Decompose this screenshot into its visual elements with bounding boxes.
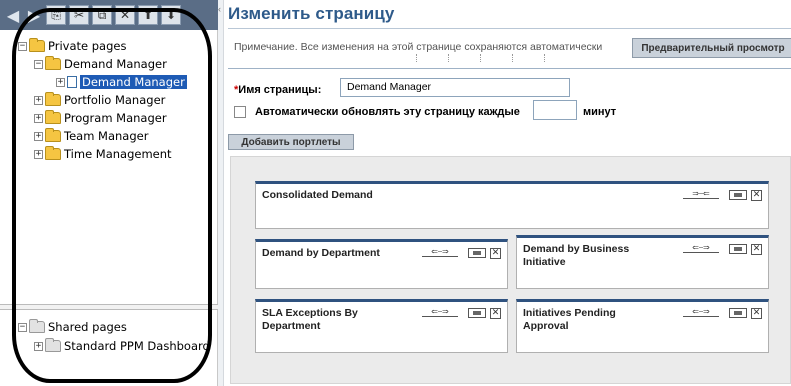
expand-icon[interactable]: +	[34, 149, 43, 159]
portlet-controls: ⇐⎯⇒ ✕	[683, 243, 762, 255]
tree-node-label: Time Management	[64, 147, 172, 161]
folder-icon	[45, 56, 61, 70]
move-arrows-icon[interactable]: ⇐⎯⇒	[683, 244, 719, 253]
portlet-demand-by-department[interactable]: Demand by Department ⇐⎯⇒ ✕	[255, 239, 508, 289]
page-name-input[interactable]: Demand Manager	[340, 78, 570, 97]
tree-node-label: Demand Manager	[64, 57, 167, 71]
splitter-handle[interactable]: ‹	[218, 0, 224, 386]
tree-node-label-selected: Demand Manager	[80, 75, 187, 89]
title-divider	[228, 28, 791, 29]
tree-node-program-manager[interactable]: + Program Manager	[34, 110, 167, 126]
close-icon[interactable]: ✕	[490, 247, 501, 259]
refresh-minutes-input[interactable]	[533, 100, 577, 120]
close-icon[interactable]: ✕	[490, 307, 501, 319]
page-title: Изменить страницу	[228, 4, 395, 23]
expand-icon[interactable]: +	[34, 95, 43, 105]
collapse-icon[interactable]: −	[18, 41, 27, 51]
page-name-label-text: Имя страницы:	[238, 84, 322, 96]
tree-node-portfolio-manager[interactable]: + Portfolio Manager	[34, 92, 165, 108]
portlet-initiatives-pending-approval[interactable]: Initiatives Pending Approval ⇐⎯⇒ ✕	[516, 299, 769, 353]
portlet-layout-canvas: Consolidated Demand ⇒⎯⇐ ✕ Demand by Depa…	[230, 156, 791, 384]
preview-button[interactable]: Предварительный просмотр	[632, 38, 791, 58]
tree-node-demand-manager-folder[interactable]: − Demand Manager	[34, 56, 167, 72]
paste-icon[interactable]: ⧉	[92, 5, 112, 25]
expand-icon[interactable]: +	[34, 341, 43, 351]
tree-node-standard-ppm-dashboard[interactable]: + Standard PPM Dashboard	[34, 338, 210, 354]
move-up-icon[interactable]: ⬆	[138, 5, 158, 25]
move-arrows-icon[interactable]: ⇒⎯⇐	[683, 190, 719, 199]
resize-icon[interactable]	[468, 308, 486, 318]
expand-icon[interactable]: +	[34, 131, 43, 141]
expand-icon[interactable]: +	[56, 77, 65, 87]
resize-icon[interactable]	[729, 190, 747, 200]
tree-node-demand-manager-page[interactable]: + Demand Manager	[56, 74, 187, 90]
section-divider	[228, 68, 791, 69]
close-icon[interactable]: ✕	[751, 307, 762, 319]
collapse-icon[interactable]: −	[34, 59, 43, 69]
add-portlets-button[interactable]: Добавить портлеты	[228, 134, 354, 150]
back-arrow-icon[interactable]: ◀	[4, 5, 22, 25]
move-arrows-icon[interactable]: ⇐⎯⇒	[422, 248, 458, 257]
folder-icon	[45, 128, 61, 142]
portlet-controls: ⇐⎯⇒ ✕	[422, 247, 501, 259]
page-name-label: *Имя страницы:	[234, 84, 321, 96]
resize-icon[interactable]	[729, 308, 747, 318]
shared-folder-icon	[45, 338, 61, 352]
tree-node-shared-pages[interactable]: − Shared pages	[18, 319, 127, 335]
folder-icon	[45, 146, 61, 160]
portlet-controls: ⇒⎯⇐ ✕	[683, 189, 762, 201]
portlet-demand-by-business-initiative[interactable]: Demand by Business Initiative ⇐⎯⇒ ✕	[516, 235, 769, 289]
portlet-sla-exceptions[interactable]: SLA Exceptions By Department ⇐⎯⇒ ✕	[255, 299, 508, 353]
ruler-ticks	[416, 54, 546, 64]
folder-icon	[45, 92, 61, 106]
left-panel: ◀ ▶ ⎘ ✂ ⧉ ✕ ⬆ ⬇ − Private pages − Demand…	[0, 0, 218, 386]
tree-node-label: Portfolio Manager	[64, 93, 166, 107]
tree-node-team-manager[interactable]: + Team Manager	[34, 128, 148, 144]
move-arrows-icon[interactable]: ⇐⎯⇒	[422, 308, 458, 317]
folder-icon	[29, 38, 45, 52]
shared-folder-icon	[29, 319, 45, 333]
close-icon[interactable]: ✕	[751, 189, 762, 201]
resize-icon[interactable]	[468, 248, 486, 258]
portlet-title: SLA Exceptions By Department	[262, 307, 358, 332]
tree-node-label: Program Manager	[64, 111, 167, 125]
tree-node-label: Shared pages	[48, 320, 127, 334]
portlet-title: Demand by Department	[262, 247, 380, 259]
portlet-title: Initiatives Pending Approval	[523, 307, 616, 332]
autosave-note: Примечание. Все изменения на этой страни…	[234, 41, 603, 53]
close-icon[interactable]: ✕	[751, 243, 762, 255]
expand-icon[interactable]: +	[34, 113, 43, 123]
tree-node-label: Standard PPM Dashboard	[64, 339, 210, 353]
move-down-icon[interactable]: ⬇	[161, 5, 181, 25]
resize-icon[interactable]	[729, 244, 747, 254]
edit-page-panel: Изменить страницу Примечание. Все измене…	[228, 0, 791, 386]
move-arrows-icon[interactable]: ⇐⎯⇒	[683, 308, 719, 317]
page-icon	[67, 76, 77, 88]
tree-node-label: Private pages	[48, 39, 127, 53]
forward-arrow-icon[interactable]: ▶	[25, 5, 43, 25]
collapse-arrow-icon[interactable]: ‹	[218, 4, 221, 14]
tree-node-private-pages[interactable]: − Private pages	[18, 38, 126, 54]
tree-toolbar: ◀ ▶ ⎘ ✂ ⧉ ✕ ⬆ ⬇	[0, 0, 218, 30]
minutes-label: минут	[583, 106, 617, 118]
pane-divider[interactable]	[0, 304, 218, 310]
tree-node-time-management[interactable]: + Time Management	[34, 146, 172, 162]
tree-node-label: Team Manager	[64, 129, 149, 143]
collapse-icon[interactable]: −	[18, 322, 27, 332]
portlet-title: Demand by Business Initiative	[523, 243, 630, 268]
portlet-consolidated-demand[interactable]: Consolidated Demand ⇒⎯⇐ ✕	[255, 181, 769, 229]
auto-refresh-label: Автоматически обновлять эту страницу каж…	[255, 106, 520, 118]
copy-icon[interactable]: ⎘	[46, 5, 66, 25]
auto-refresh-checkbox[interactable]	[234, 106, 246, 118]
folder-icon	[45, 110, 61, 124]
delete-icon[interactable]: ✕	[115, 5, 135, 25]
portlet-controls: ⇐⎯⇒ ✕	[683, 307, 762, 319]
portlet-controls: ⇐⎯⇒ ✕	[422, 307, 501, 319]
portlet-title: Consolidated Demand	[262, 189, 373, 201]
cut-icon[interactable]: ✂	[69, 5, 89, 25]
